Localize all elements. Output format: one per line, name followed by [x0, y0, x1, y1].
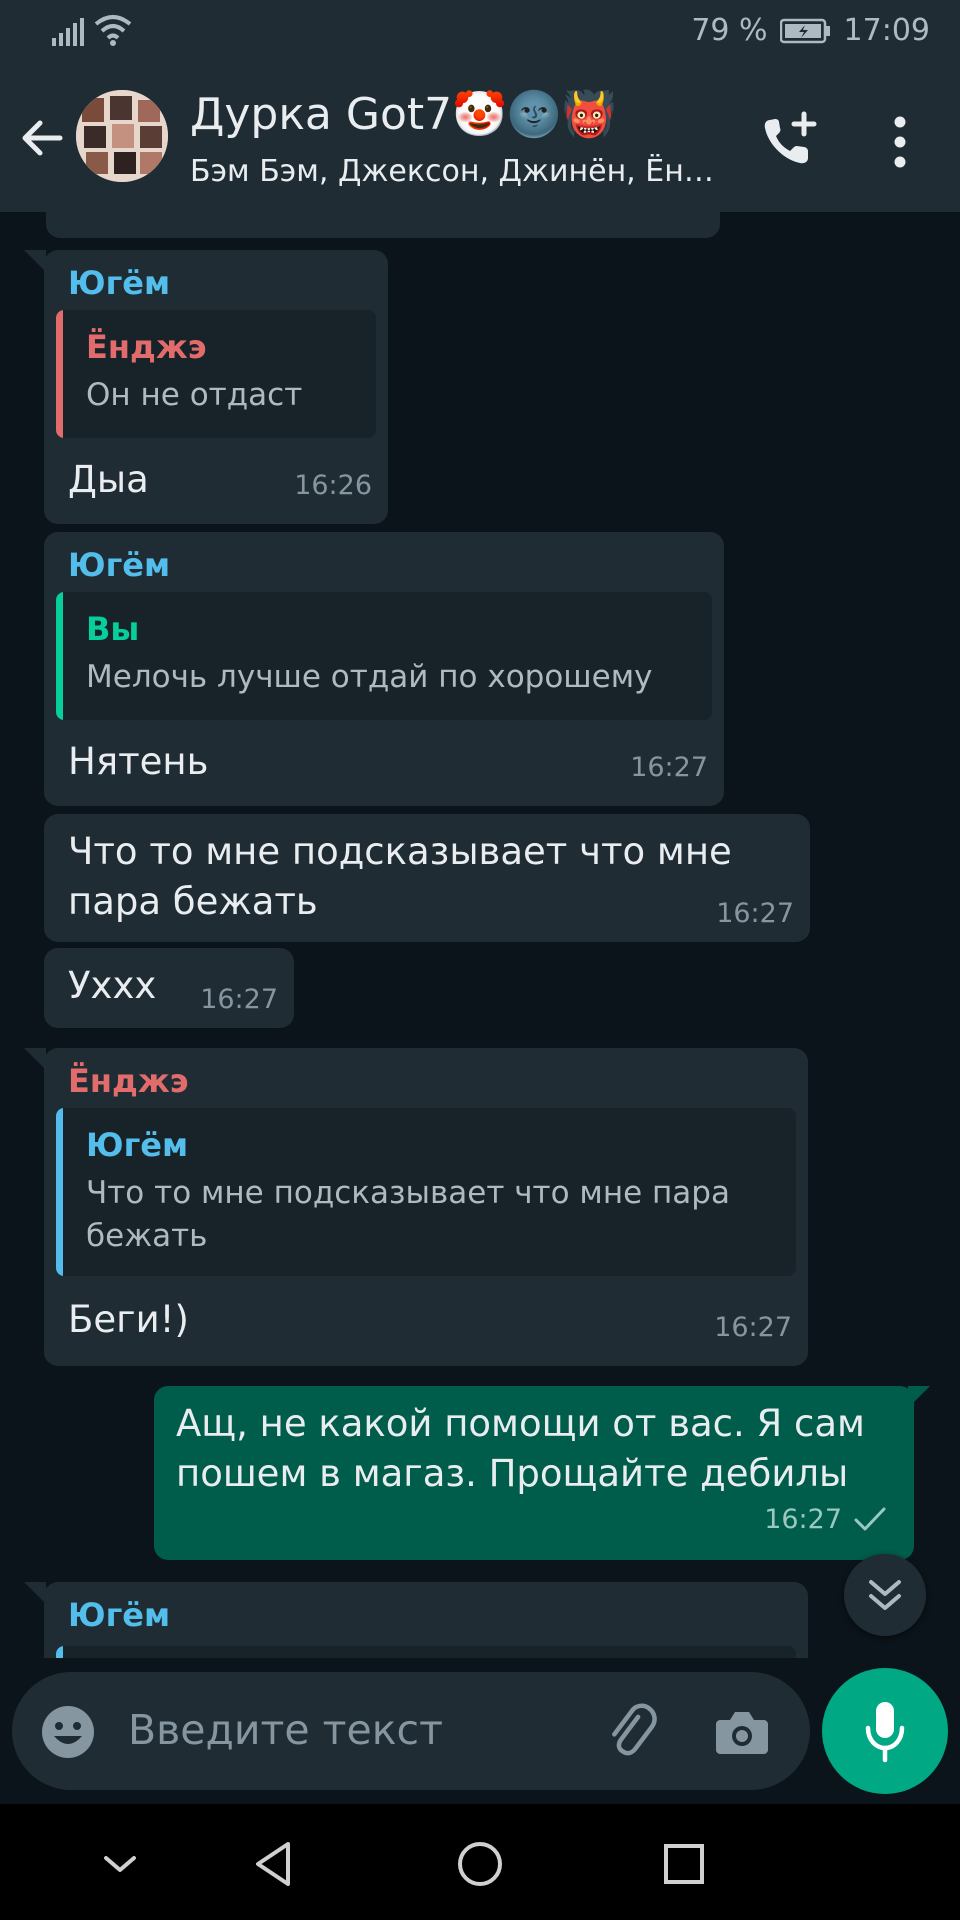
quote-text: Он не отдаст	[86, 377, 303, 413]
message-time: 16:26	[294, 470, 372, 501]
chat-header: Дурка Got7🤡🌚👹 Бэм Бэм, Джексон, Джинён, …	[0, 64, 960, 212]
quote-text-line2: бежать	[86, 1218, 208, 1254]
message-bubble[interactable]: Югём Ёнджэ Он не отдаст Дыа 16:26	[44, 250, 388, 524]
message-text: Нятень	[68, 740, 209, 783]
message-bubble-outgoing[interactable]: Ащ, не какой помощи от вас. Я сам пошем …	[154, 1386, 914, 1560]
message-text: Ухxx	[68, 964, 157, 1007]
system-nav-bar	[0, 1804, 960, 1920]
message-composer: Введите текст	[12, 1672, 810, 1790]
quoted-message[interactable]: Ёнджэ Он не отдаст	[56, 310, 376, 438]
quote-sender: Вы	[86, 610, 140, 648]
message-time: 16:27	[630, 752, 708, 783]
emoji-icon[interactable]	[40, 1704, 96, 1760]
message-bubble[interactable]: Ёнджэ Югём Что то мне подсказывает что м…	[44, 1048, 808, 1366]
quote-text: Мелочь лучше отдай по хорошему	[86, 659, 653, 695]
scroll-to-bottom-button[interactable]	[844, 1554, 926, 1636]
message-text-line1: Ащ, не какой помощи от вас. Я сам	[176, 1402, 865, 1445]
message-time: 16:27	[764, 1504, 842, 1535]
triangle-back-icon[interactable]	[244, 1834, 304, 1894]
sender-name[interactable]: Ёнджэ	[68, 1062, 189, 1100]
group-members[interactable]: Бэм Бэм, Джексон, Джинён, Ён…	[190, 154, 730, 189]
message-text-line2: пошем в магаз. Прощайте дебилы	[176, 1452, 849, 1495]
add-call-icon[interactable]	[758, 110, 820, 172]
message-time: 16:27	[200, 984, 278, 1015]
group-title[interactable]: Дурка Got7🤡🌚👹	[190, 88, 617, 140]
clock: 17:09	[843, 13, 930, 48]
message-time: 16:27	[716, 898, 794, 929]
battery-charging-icon	[779, 18, 830, 43]
arrow-back-icon[interactable]	[18, 114, 66, 162]
battery-percent: 79 %	[691, 13, 768, 48]
signal-icon	[52, 18, 84, 46]
sender-name[interactable]: Югём	[68, 1596, 170, 1634]
circle-home-icon[interactable]	[450, 1834, 510, 1894]
message-text-line2: пара бежать	[68, 880, 318, 923]
paperclip-icon[interactable]	[600, 1700, 662, 1762]
quote-sender: Югём	[86, 1126, 189, 1164]
message-text: Дыа	[68, 458, 149, 501]
sender-name[interactable]: Югём	[68, 264, 170, 302]
message-text: Беги!)	[68, 1298, 189, 1341]
message-bubble[interactable]: Ухxx 16:27	[44, 948, 294, 1028]
quote-text-line1: Что то мне подсказывает что мне пара	[86, 1175, 730, 1211]
quoted-message[interactable]: Вы Мелочь лучше отдай по хорошему	[56, 592, 712, 720]
sender-name[interactable]: Югём	[68, 546, 170, 584]
camera-icon[interactable]	[712, 1702, 772, 1762]
quote-sender: Ёнджэ	[86, 328, 207, 366]
message-bubble-partial[interactable]	[46, 212, 720, 238]
message-bubble[interactable]: Югём	[44, 1582, 808, 1658]
group-avatar[interactable]	[76, 90, 168, 182]
status-bar: 79 % 17:09	[0, 0, 960, 64]
quoted-message[interactable]: Югём Что то мне подсказывает что мне пар…	[56, 1108, 796, 1276]
message-input[interactable]: Введите текст	[128, 1706, 443, 1754]
message-list[interactable]: Югём Ёнджэ Он не отдаст Дыа 16:26 Югём В…	[0, 212, 960, 1658]
double-chevron-down-icon	[869, 1580, 901, 1610]
wifi-icon	[94, 15, 132, 46]
message-time: 16:27	[714, 1312, 792, 1343]
message-bubble[interactable]: Что то мне подсказывает что мне пара беж…	[44, 814, 810, 942]
square-recents-icon[interactable]	[654, 1834, 714, 1894]
mic-icon	[865, 1702, 905, 1763]
more-vert-icon[interactable]	[880, 114, 920, 170]
chevron-down-icon[interactable]	[90, 1834, 150, 1894]
message-bubble[interactable]: Югём Вы Мелочь лучше отдай по хорошему Н…	[44, 532, 724, 806]
single-check-icon	[854, 1507, 886, 1531]
message-text-line1: Что то мне подсказывает что мне	[68, 830, 732, 873]
mic-button[interactable]	[822, 1668, 948, 1794]
